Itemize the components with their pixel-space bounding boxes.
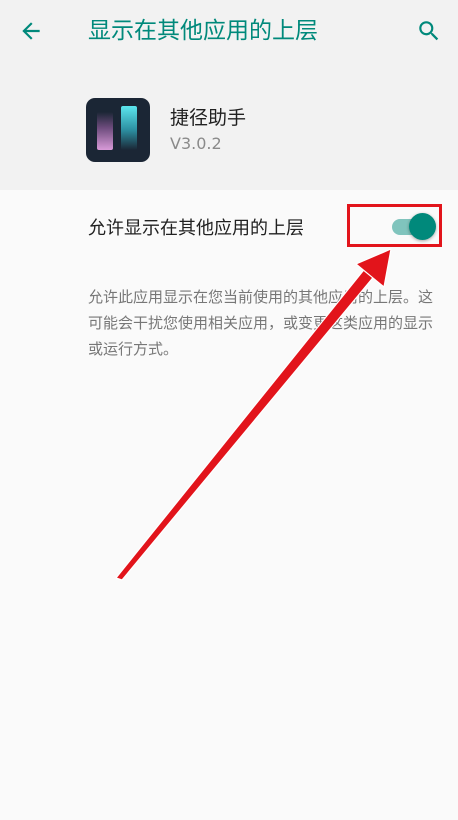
app-icon-left-bar [97,112,113,150]
toggle-thumb [409,213,436,240]
overlay-permission-label[interactable]: 允许显示在其他应用的上层 [88,214,304,240]
app-name: 捷径助手 [170,107,247,129]
permission-description: 允许此应用显示在您当前使用的其他应用的上层。这可能会干扰您使用相关应用，或变更这… [88,288,434,358]
app-icon [86,98,150,162]
overlay-permission-toggle[interactable] [392,210,438,244]
back-button[interactable] [14,14,48,48]
search-button[interactable] [412,14,446,48]
app-version: V3.0.2 [170,134,222,153]
annotation-arrow-head [355,248,392,288]
app-icon-right-bar [121,106,137,150]
page-title: 显示在其他应用的上层 [88,18,318,44]
search-icon [419,21,439,41]
arrow-back-icon [22,22,40,40]
